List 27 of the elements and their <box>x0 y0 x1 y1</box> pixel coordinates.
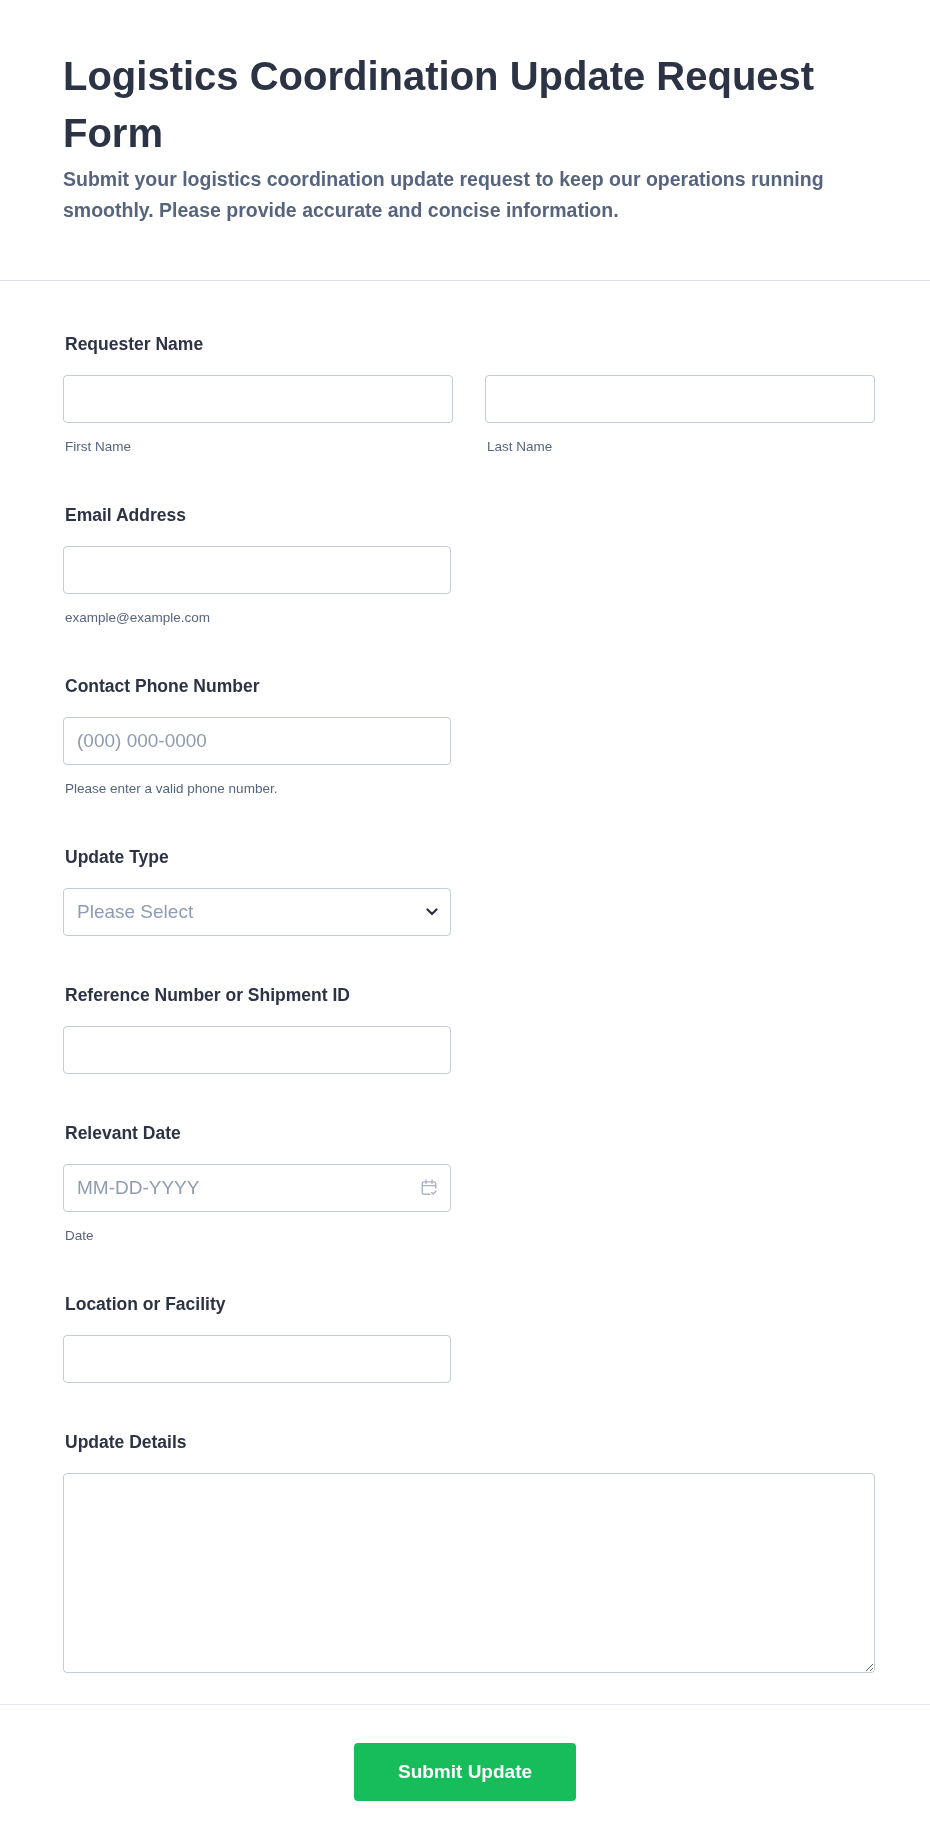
input-field[interactable] <box>63 375 453 423</box>
field-label: Reference Number or Shipment ID <box>65 984 351 1007</box>
select-field[interactable]: Please Select <box>63 888 451 936</box>
field-label: Update Details <box>65 1431 188 1454</box>
page-title: Logistics Coordination Update Request Form <box>63 53 816 157</box>
textarea-field[interactable] <box>63 1473 875 1673</box>
field-label: Relevant Date <box>65 1122 182 1145</box>
field-label: Email Address <box>65 504 187 527</box>
field-label: Contact Phone Number <box>65 675 261 698</box>
field-sublabel: Please enter a valid phone number. <box>65 780 279 798</box>
date-field[interactable]: MM-DD-YYYY <box>63 1164 451 1212</box>
input-field[interactable] <box>63 546 451 594</box>
chevron-down-icon <box>426 908 438 916</box>
input-field[interactable] <box>485 375 875 423</box>
field-sublabel: Date <box>65 1227 95 1245</box>
field-sublabel: First Name <box>65 438 132 456</box>
field-label: Requester Name <box>65 333 205 356</box>
input-field[interactable]: (000) 000-0000 <box>63 717 451 765</box>
submit-button[interactable]: Submit Update <box>354 1743 576 1801</box>
input-field[interactable] <box>63 1335 451 1383</box>
field-label: Update Type <box>65 846 170 869</box>
input-field[interactable] <box>63 1026 451 1074</box>
field-label: Location or Facility <box>65 1293 227 1316</box>
calendar-icon <box>421 1179 437 1196</box>
field-sublabel: Last Name <box>487 438 554 456</box>
field-sublabel: example@example.com <box>65 609 211 627</box>
page-description: Submit your logistics coordination update request to keep our operations running smoothly. Please provide accurate and concise information. <box>63 167 825 223</box>
